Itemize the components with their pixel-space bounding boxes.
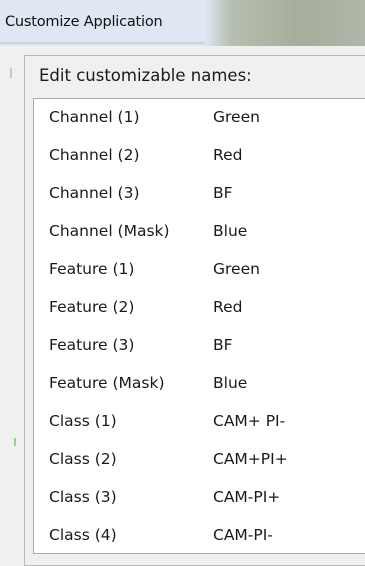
row-key: Class (3): [49, 488, 117, 506]
row-value[interactable]: Red: [213, 146, 242, 164]
row-value[interactable]: Red: [213, 298, 242, 316]
group-label: Edit customizable names:: [39, 66, 252, 85]
title-bar[interactable]: Customize Application: [0, 0, 365, 46]
row-value[interactable]: Blue: [213, 222, 247, 240]
divider: [10, 68, 12, 78]
row-value[interactable]: CAM-PI-: [213, 526, 273, 544]
list-row[interactable]: Channel (3) BF: [34, 175, 365, 213]
list-row[interactable]: Class (3) CAM-PI+: [34, 479, 365, 517]
divider: [14, 438, 16, 446]
list-row[interactable]: Class (2) CAM+PI+: [34, 441, 365, 479]
row-key: Feature (3): [49, 336, 135, 354]
row-key: Feature (2): [49, 298, 135, 316]
row-key: Channel (1): [49, 108, 140, 126]
list-row[interactable]: Channel (Mask) Blue: [34, 213, 365, 251]
row-value[interactable]: CAM-PI+: [213, 488, 280, 506]
row-key: Class (4): [49, 526, 117, 544]
title-divider: [0, 42, 205, 44]
row-key: Channel (2): [49, 146, 140, 164]
list-row[interactable]: Class (1) CAM+ PI-: [34, 403, 365, 441]
list-row[interactable]: Channel (1) Green: [34, 99, 365, 137]
row-value[interactable]: CAM+ PI-: [213, 412, 285, 430]
list-row[interactable]: Channel (2) Red: [34, 137, 365, 175]
list-row[interactable]: Class (4) CAM-PI-: [34, 517, 365, 555]
names-list[interactable]: Channel (1) Green Channel (2) Red Channe…: [33, 98, 365, 554]
row-key: Class (1): [49, 412, 117, 430]
row-value[interactable]: Green: [213, 108, 260, 126]
row-key: Feature (Mask): [49, 374, 165, 392]
list-row[interactable]: Feature (1) Green: [34, 251, 365, 289]
row-value[interactable]: CAM+PI+: [213, 450, 288, 468]
row-value[interactable]: Green: [213, 260, 260, 278]
row-key: Channel (Mask): [49, 222, 170, 240]
window-title: Customize Application: [5, 14, 163, 30]
row-value[interactable]: Blue: [213, 374, 247, 392]
row-key: Class (2): [49, 450, 117, 468]
list-row[interactable]: Feature (2) Red: [34, 289, 365, 327]
row-value[interactable]: BF: [213, 336, 233, 354]
list-row[interactable]: Feature (3) BF: [34, 327, 365, 365]
row-key: Channel (3): [49, 184, 140, 202]
list-row[interactable]: Feature (Mask) Blue: [34, 365, 365, 403]
row-key: Feature (1): [49, 260, 135, 278]
row-value[interactable]: BF: [213, 184, 233, 202]
